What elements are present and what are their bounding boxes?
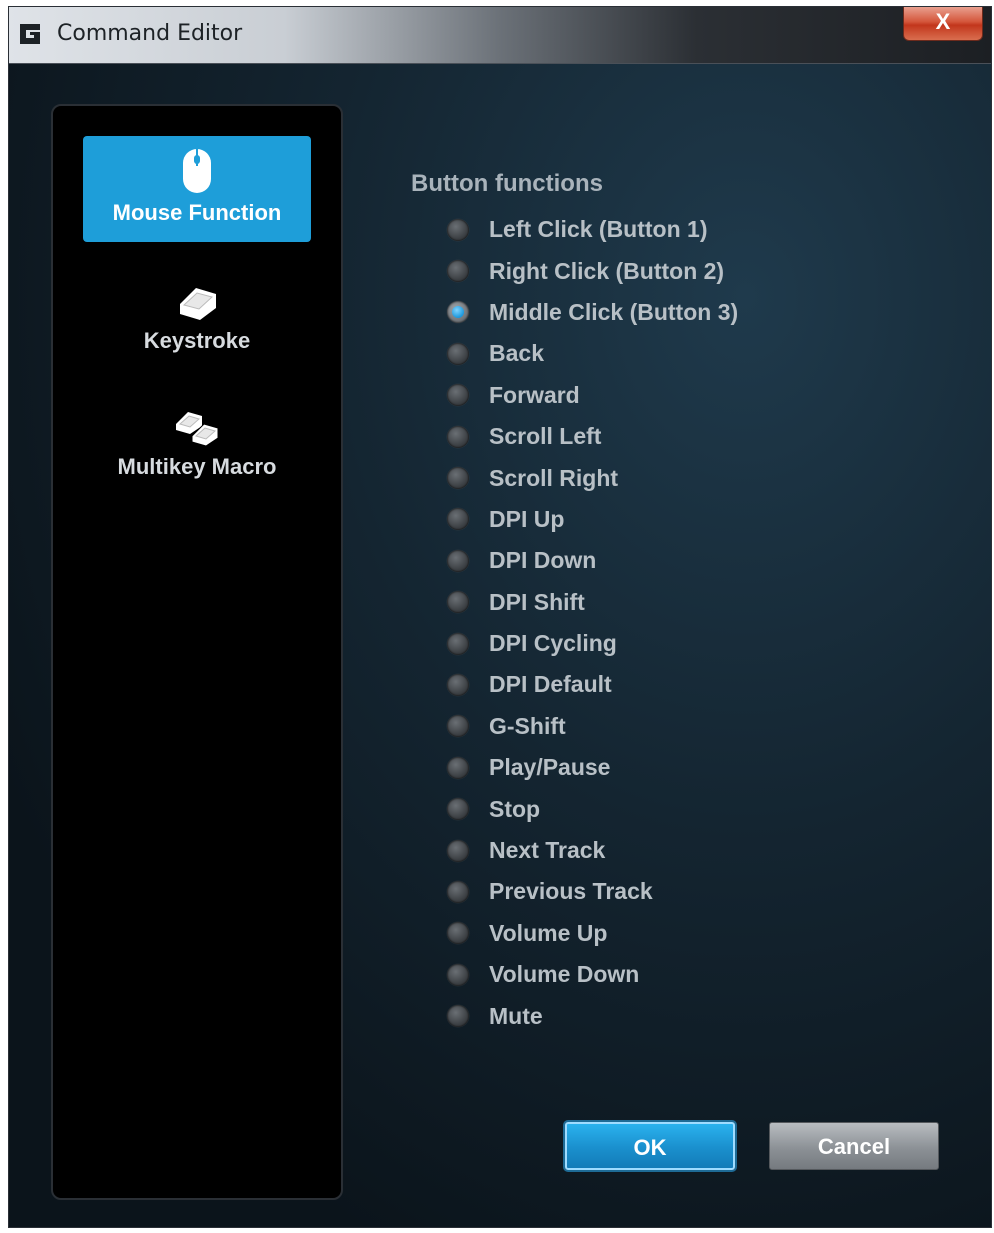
option-label: DPI Cycling (489, 630, 617, 657)
sidebar-item-mouse-function[interactable]: Mouse Function (83, 136, 311, 242)
option-label: Forward (489, 381, 580, 408)
option-label: DPI Up (489, 505, 565, 532)
option-label: Stop (489, 795, 541, 822)
radio-option[interactable]: Next Track (447, 830, 738, 871)
option-label: DPI Down (489, 547, 597, 574)
radio-button[interactable] (447, 839, 469, 862)
option-label: DPI Shift (489, 588, 585, 615)
radio-button[interactable] (447, 549, 469, 572)
window-title: Command Editor (57, 21, 243, 46)
option-label: Mute (489, 1002, 543, 1029)
radio-button[interactable] (447, 508, 469, 531)
mouse-icon (183, 149, 211, 193)
radio-button[interactable] (447, 922, 469, 945)
radio-option[interactable]: Scroll Right (447, 457, 738, 498)
option-label: Next Track (489, 837, 606, 864)
radio-button[interactable] (447, 715, 469, 738)
option-label: Volume Up (489, 919, 608, 946)
option-label: Back (489, 340, 544, 367)
button-functions-list: Left Click (Button 1) Right Click (Butto… (447, 209, 738, 1037)
radio-button[interactable] (447, 218, 469, 241)
radio-option[interactable]: Back (447, 333, 738, 374)
radio-button[interactable] (447, 756, 469, 779)
option-label: Right Click (Button 2) (489, 257, 725, 284)
close-icon: X (935, 9, 951, 34)
radio-button[interactable] (447, 673, 469, 696)
option-label: Volume Down (489, 961, 640, 988)
radio-option[interactable]: DPI Shift (447, 582, 738, 623)
ok-button[interactable]: OK (565, 1122, 735, 1170)
radio-button[interactable] (447, 260, 469, 283)
radio-button[interactable] (447, 384, 469, 407)
option-label: G-Shift (489, 712, 566, 739)
radio-button[interactable] (447, 798, 469, 821)
radio-option[interactable]: DPI Up (447, 499, 738, 540)
title-bar[interactable]: Command Editor X (9, 7, 991, 64)
radio-option[interactable]: DPI Down (447, 540, 738, 581)
radio-button[interactable] (447, 632, 469, 655)
radio-option[interactable]: Mute (447, 995, 738, 1036)
radio-option[interactable]: Stop (447, 788, 738, 829)
radio-button[interactable] (447, 591, 469, 614)
radio-option[interactable]: Volume Up (447, 913, 738, 954)
radio-option[interactable]: Forward (447, 375, 738, 416)
radio-option[interactable]: DPI Cycling (447, 623, 738, 664)
radio-button[interactable] (447, 880, 469, 903)
radio-button[interactable] (447, 963, 469, 986)
sidebar-item-label: Keystroke (143, 328, 251, 353)
radio-option[interactable]: Previous Track (447, 871, 738, 912)
sidebar: Mouse Function Keystroke Multikey Macro (51, 104, 343, 1200)
option-label: Scroll Right (489, 464, 619, 491)
section-title: Button functions (411, 170, 603, 197)
radio-option[interactable]: Scroll Left (447, 416, 738, 457)
close-button[interactable]: X (903, 7, 983, 41)
radio-option[interactable]: Middle Click (Button 3) (447, 292, 738, 333)
sidebar-item-keystroke[interactable]: Keystroke (83, 264, 311, 364)
radio-option[interactable]: Left Click (Button 1) (447, 209, 738, 250)
radio-option[interactable]: DPI Default (447, 664, 738, 705)
multikey-icon (176, 412, 219, 447)
option-label: Middle Click (Button 3) (489, 298, 739, 325)
radio-option[interactable]: Volume Down (447, 954, 738, 995)
option-label: Scroll Left (489, 423, 602, 450)
radio-button[interactable] (447, 1005, 469, 1028)
option-label: DPI Default (489, 671, 612, 698)
sidebar-item-label: Multikey Macro (117, 454, 277, 479)
key-icon (180, 288, 216, 320)
option-label: Left Click (Button 1) (489, 216, 708, 243)
option-label: Play/Pause (489, 754, 611, 781)
radio-option[interactable]: Right Click (Button 2) (447, 250, 738, 291)
radio-button[interactable] (447, 425, 469, 448)
client-area: Mouse Function Keystroke Multikey Macro (9, 64, 991, 1227)
radio-option[interactable]: G-Shift (447, 706, 738, 747)
command-editor-window: Command Editor X Mouse Function Keystrok… (8, 6, 992, 1228)
radio-button[interactable] (447, 467, 469, 490)
radio-option[interactable]: Play/Pause (447, 747, 738, 788)
radio-button[interactable] (447, 342, 469, 365)
sidebar-item-label: Mouse Function (112, 200, 282, 225)
cancel-button[interactable]: Cancel (769, 1122, 939, 1170)
logitech-g-logo-icon (20, 24, 40, 44)
option-label: Previous Track (489, 878, 653, 905)
sidebar-item-multikey-macro[interactable]: Multikey Macro (83, 390, 311, 490)
radio-button[interactable] (447, 301, 469, 324)
